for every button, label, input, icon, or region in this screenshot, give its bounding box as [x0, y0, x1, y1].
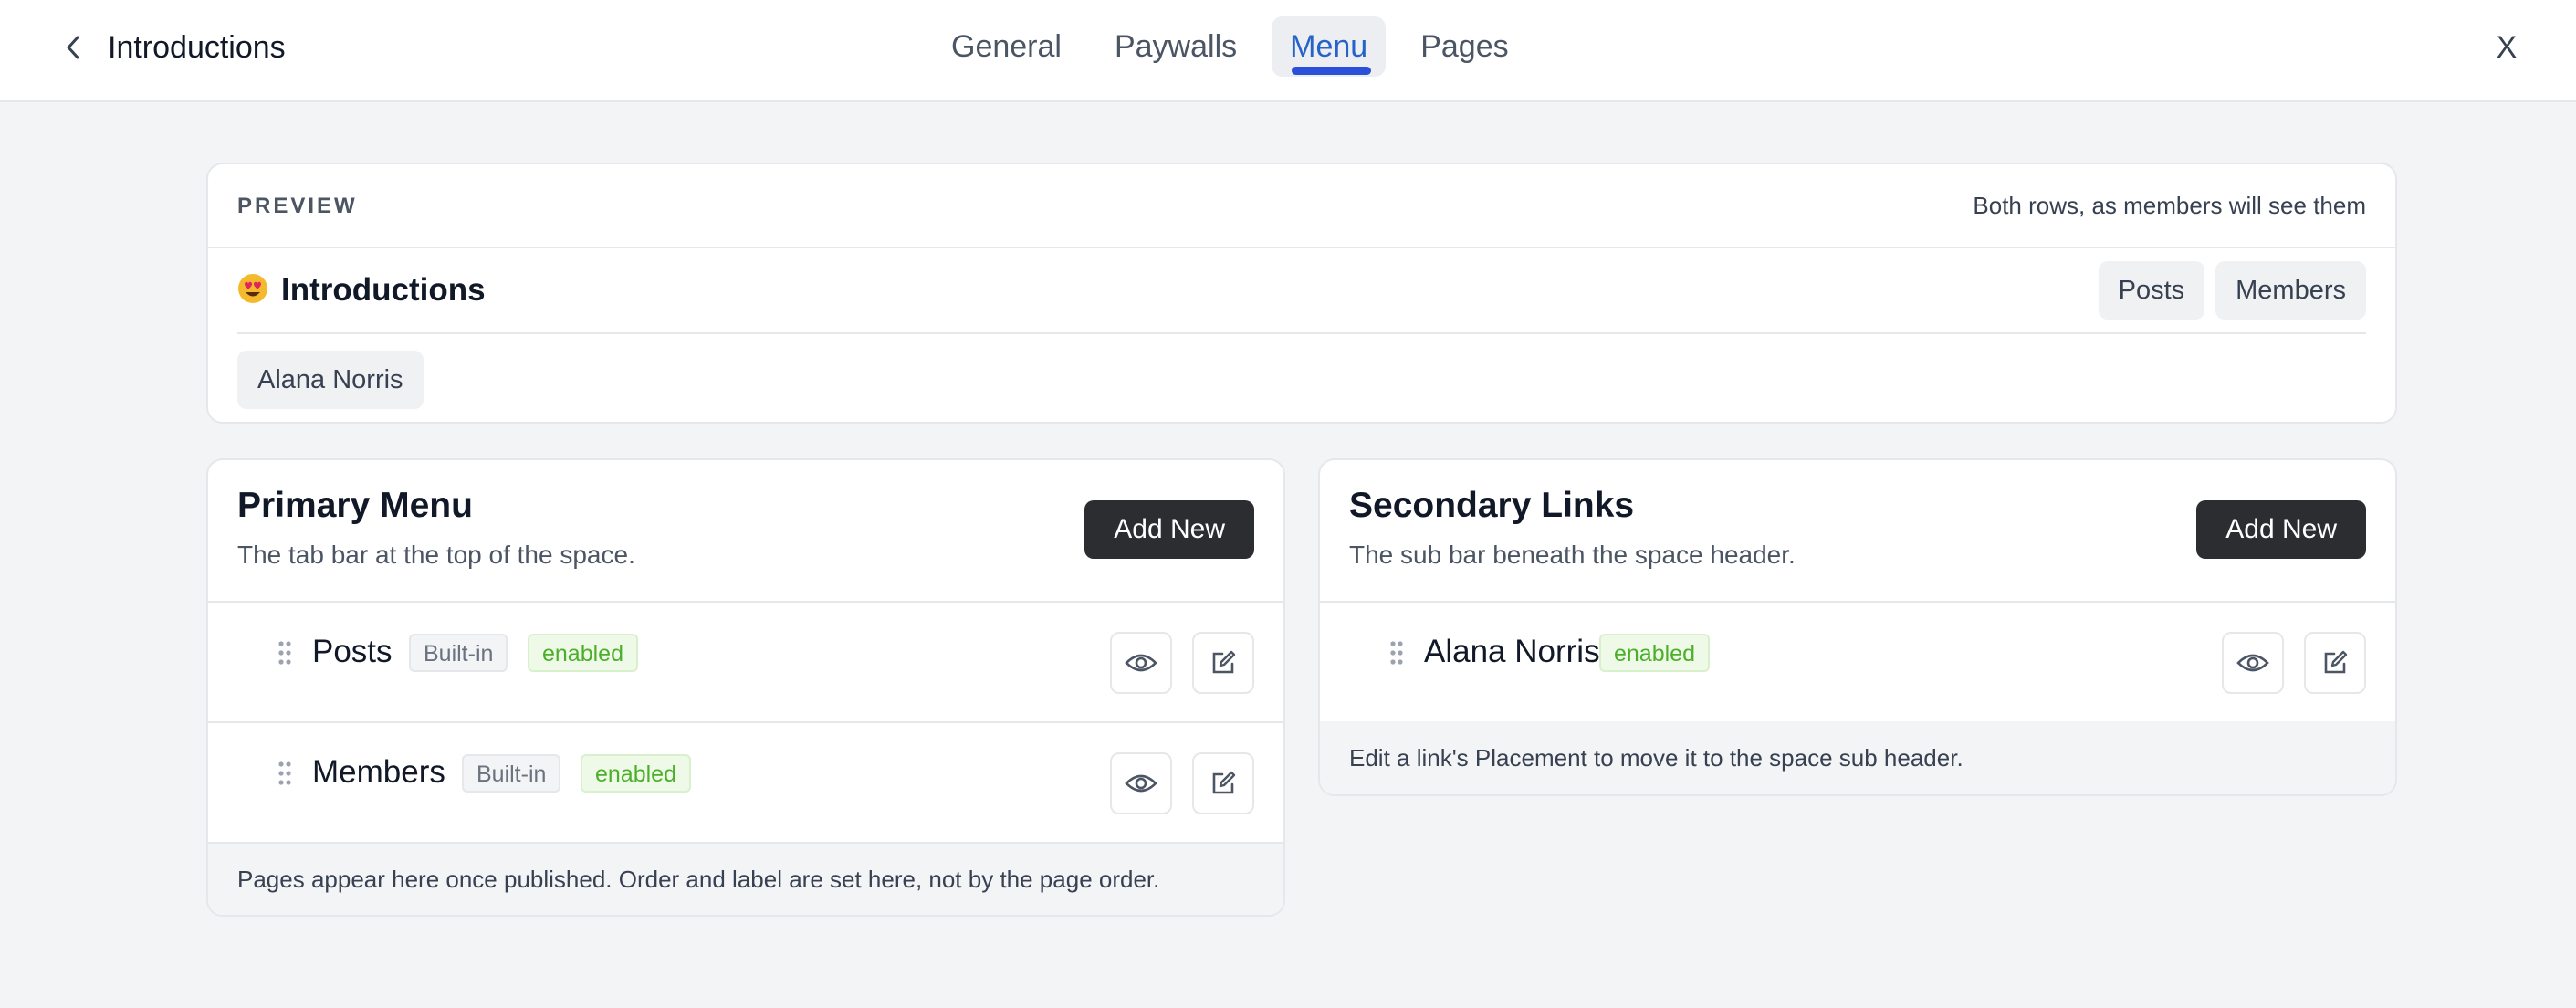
menu-row-posts: Posts Built-in enabled	[208, 603, 1283, 723]
status-badge: enabled	[1599, 634, 1710, 672]
tab-label: Menu	[1290, 29, 1368, 64]
menu-row-members: Members Built-in enabled	[208, 723, 1283, 844]
link-row-alana-norris: Alana Norris enabled	[1320, 603, 2395, 723]
chevron-left-icon	[67, 36, 79, 59]
back-button[interactable]	[55, 29, 91, 66]
active-tab-indicator	[1292, 67, 1372, 75]
secondary-links-footer-note: Edit a link's Placement to move it to th…	[1320, 721, 2395, 794]
drag-handle-icon[interactable]	[277, 760, 292, 787]
menu-item-label: Posts	[312, 634, 393, 669]
link-item-label: Alana Norris	[1424, 634, 1600, 669]
secondary-links-title: Secondary Links	[1349, 486, 1635, 525]
preview-sub-link-alana-norris: Alana Norris	[237, 351, 424, 409]
edit-button[interactable]	[1192, 632, 1254, 694]
preview-tab-row: Posts Members	[2098, 261, 2366, 320]
preview-note: Both rows, as members will see them	[1973, 192, 2366, 219]
preview-sub-row: Alana Norris	[237, 351, 424, 409]
preview-card: PREVIEW Both rows, as members will see t…	[206, 163, 2397, 424]
eye-icon	[1125, 654, 1157, 672]
tab-label: Pages	[1420, 29, 1509, 64]
edit-icon	[1212, 771, 1236, 794]
close-button[interactable]: X	[2490, 27, 2523, 68]
toggle-visibility-button[interactable]	[2222, 632, 2284, 694]
eye-icon	[1125, 774, 1157, 793]
tab-general[interactable]: General	[933, 16, 1080, 77]
preview-tab-posts: Posts	[2098, 261, 2205, 320]
preview-tab-members: Members	[2215, 261, 2366, 320]
preview-label: PREVIEW	[237, 194, 358, 218]
tab-paywalls[interactable]: Paywalls	[1096, 16, 1255, 77]
builtin-badge: Built-in	[409, 634, 508, 672]
secondary-add-new-button[interactable]: Add New	[2196, 500, 2366, 559]
edit-icon	[2324, 650, 2348, 674]
drag-handle-icon[interactable]	[277, 639, 292, 667]
edit-button[interactable]	[1192, 752, 1254, 814]
edit-button[interactable]	[2304, 632, 2366, 694]
menu-item-label: Members	[312, 754, 445, 790]
tab-pages[interactable]: Pages	[1402, 16, 1526, 77]
page-title: Introductions	[108, 30, 286, 65]
tab-menu[interactable]: Menu	[1272, 16, 1387, 77]
secondary-links-header: Secondary Links The sub bar beneath the …	[1320, 460, 2395, 603]
status-badge: enabled	[581, 754, 691, 793]
tab-label: General	[951, 29, 1062, 64]
secondary-links-description: The sub bar beneath the space header.	[1349, 541, 1796, 569]
eye-icon	[2236, 654, 2269, 672]
primary-menu-title: Primary Menu	[237, 486, 473, 525]
primary-menu-description: The tab bar at the top of the space.	[237, 541, 635, 569]
top-bar: Introductions General Paywalls Menu Page…	[0, 0, 2576, 102]
edit-icon	[1212, 650, 1236, 674]
tab-bar: General Paywalls Menu Pages	[933, 16, 1527, 77]
tab-label: Paywalls	[1114, 29, 1238, 64]
toggle-visibility-button[interactable]	[1110, 752, 1172, 814]
toggle-visibility-button[interactable]	[1110, 632, 1172, 694]
preview-space-name: Introductions	[281, 272, 486, 308]
preview-space-header: Introductions Posts Members	[237, 248, 2366, 334]
preview-header: PREVIEW Both rows, as members will see t…	[208, 164, 2395, 248]
primary-menu-header: Primary Menu The tab bar at the top of t…	[208, 460, 1283, 603]
heart-eyes-emoji-icon	[238, 274, 267, 303]
primary-add-new-button[interactable]: Add New	[1084, 500, 1254, 559]
builtin-badge: Built-in	[462, 754, 561, 793]
primary-menu-footer-note: Pages appear here once published. Order …	[208, 844, 1283, 915]
drag-handle-icon[interactable]	[1389, 639, 1404, 667]
primary-menu-card: Primary Menu The tab bar at the top of t…	[206, 458, 1285, 917]
secondary-links-card: Secondary Links The sub bar beneath the …	[1318, 458, 2397, 796]
status-badge: enabled	[528, 634, 638, 672]
